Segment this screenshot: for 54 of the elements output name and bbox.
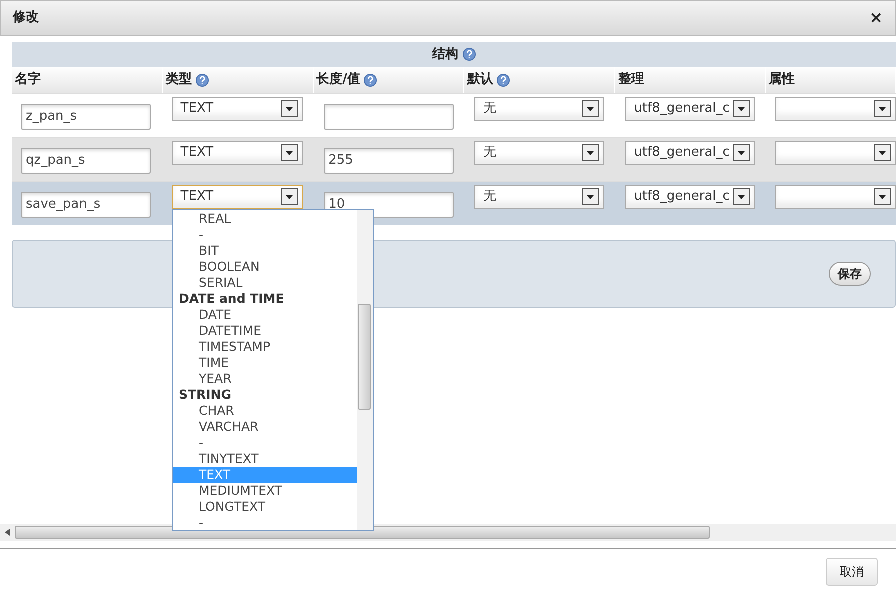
type-select[interactable]: TEXT (172, 185, 303, 209)
structure-label: 结构 (432, 46, 458, 64)
dropdown-option[interactable]: CHAR (173, 403, 357, 419)
help-icon[interactable] (196, 74, 209, 86)
default-select[interactable]: 无 (474, 185, 604, 209)
column-label: 整理 (618, 71, 644, 90)
collation-select[interactable]: utf8_general_c (625, 97, 756, 121)
length-field[interactable] (324, 104, 454, 130)
column-label: 长度/值 (316, 70, 360, 90)
dropdown-option[interactable]: - (173, 227, 357, 243)
cancel-button[interactable]: 取消 (826, 558, 878, 586)
attribute-select[interactable] (774, 97, 896, 121)
column-label: 属性 (769, 71, 796, 90)
option-group-label: DATE and TIME (178, 291, 286, 307)
dropdown-option[interactable]: MEDIUMTEXT (173, 483, 357, 499)
help-icon[interactable] (462, 48, 476, 61)
column-label: 默认 (467, 71, 494, 90)
dropdown-option[interactable]: TIME (173, 355, 357, 371)
dropdown-option[interactable]: TIMESTAMP (173, 339, 357, 355)
dropdown-option[interactable]: LONGTEXT (173, 499, 357, 515)
type-select[interactable]: TEXT (172, 141, 303, 165)
help-icon[interactable] (497, 74, 510, 86)
dropdown-option[interactable]: DATETIME (173, 323, 357, 339)
horizontal-scrollbar[interactable] (0, 524, 896, 541)
column-label: 类型 (166, 71, 192, 90)
dropdown-option[interactable]: YEAR (173, 371, 357, 387)
name-field[interactable]: save_pan_s (21, 192, 151, 218)
dropdown-option[interactable]: TINYTEXT (173, 451, 357, 467)
dropdown-option[interactable]: - (173, 435, 357, 451)
option-group-label: STRING (178, 387, 233, 403)
default-select[interactable]: 无 (474, 97, 604, 121)
collation-select[interactable]: utf8_general_c (625, 141, 756, 165)
name-field[interactable]: z_pan_s (21, 104, 151, 130)
length-field[interactable]: 255 (324, 148, 454, 174)
scroll-left-icon[interactable] (5, 529, 10, 536)
type-select[interactable]: TEXT (172, 97, 303, 121)
name-field[interactable]: qz_pan_s (21, 148, 151, 174)
dropdown-option[interactable]: SERIAL (173, 275, 357, 291)
close-button[interactable]: × (870, 10, 883, 26)
help-icon[interactable] (364, 74, 378, 86)
dropdown-option[interactable]: - (173, 515, 357, 530)
column-label: 名字 (15, 70, 41, 90)
window-title: 修改 (13, 9, 39, 28)
dropdown-option[interactable]: BIT (173, 243, 357, 259)
dropdown-option[interactable]: DATE (173, 307, 357, 323)
collation-select[interactable]: utf8_general_c (625, 185, 756, 209)
dropdown-option[interactable]: VARCHAR (173, 419, 357, 435)
dropdown-option[interactable]: BOOLEAN (173, 259, 357, 275)
save-button[interactable]: 保存 (829, 262, 871, 286)
default-select[interactable]: 无 (474, 141, 604, 165)
attribute-select[interactable] (774, 185, 896, 209)
table-row[interactable]: qz_pan_s TEXT 255 无 utf8_general_c (12, 137, 896, 181)
vertical-scrollbar[interactable] (357, 210, 373, 530)
attribute-select[interactable] (774, 141, 896, 165)
